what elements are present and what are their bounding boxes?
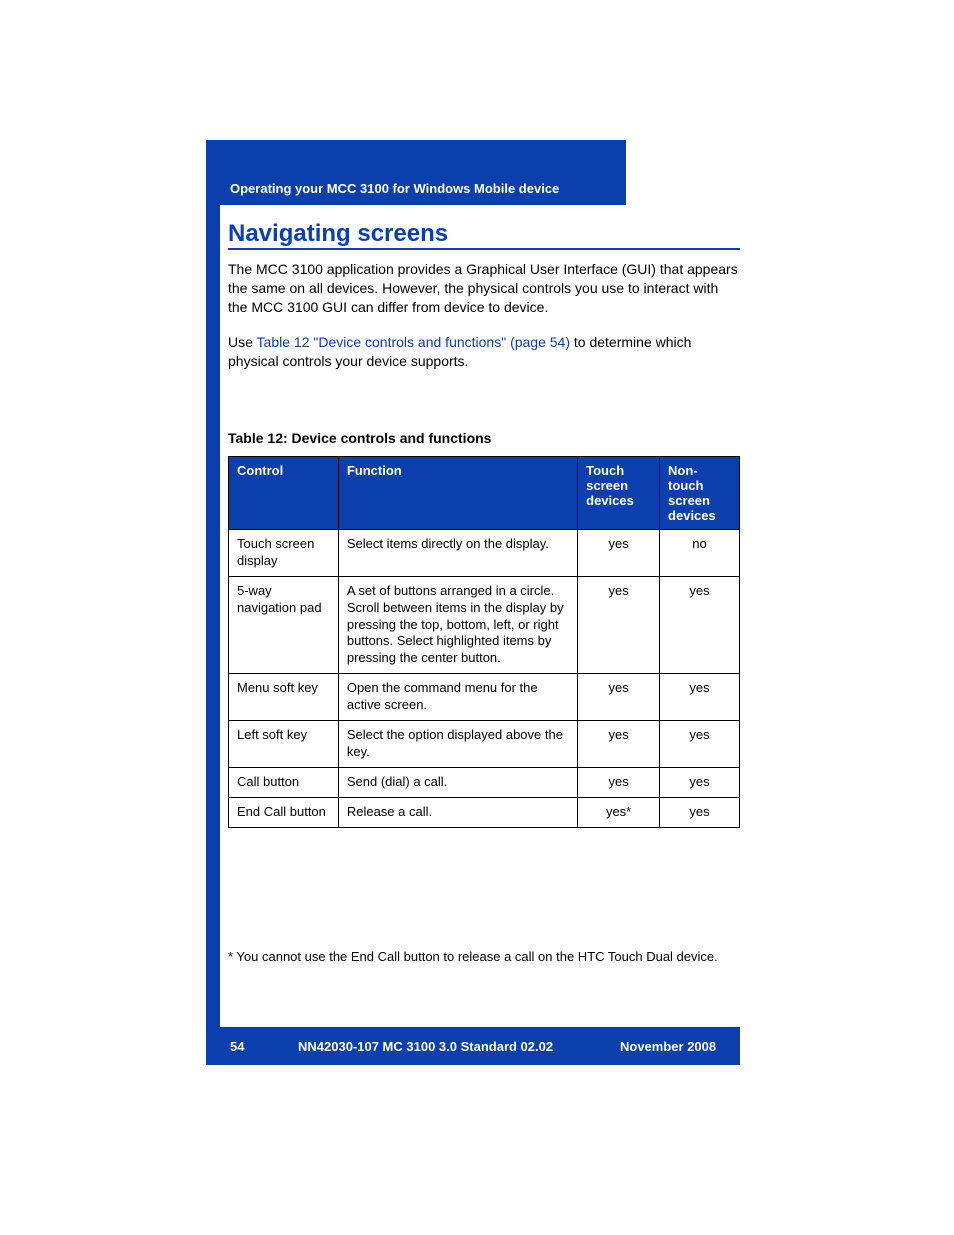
col-header-nontouch: Non-touch screen devices <box>660 457 740 530</box>
cell-control: Touch screen display <box>229 530 339 577</box>
cell-control: Left soft key <box>229 721 339 768</box>
document-page: Operating your MCC 3100 for Windows Mobi… <box>0 0 954 1235</box>
table-body: Touch screen display Select items direct… <box>229 530 740 828</box>
section-heading: Navigating screens <box>228 220 448 248</box>
table-row: 5-way navigation pad A set of buttons ar… <box>229 576 740 673</box>
cell-function: Open the command menu for the active scr… <box>338 674 577 721</box>
footer-date: November 2008 <box>620 1039 716 1054</box>
table-header: Control Function Touch screen devices No… <box>229 457 740 530</box>
footer-doc-id: NN42030-107 MC 3100 3.0 Standard 02.02 <box>298 1039 553 1054</box>
table-caption: Table 12: Device controls and functions <box>228 430 491 446</box>
cell-control: End Call button <box>229 797 339 827</box>
cell-touch: yes <box>578 674 660 721</box>
col-header-function: Function <box>338 457 577 530</box>
cell-touch: yes <box>578 721 660 768</box>
cell-nontouch: yes <box>660 576 740 673</box>
table-row: Touch screen display Select items direct… <box>229 530 740 577</box>
cell-function: Select items directly on the display. <box>338 530 577 577</box>
body-paragraph-2: Use Table 12 "Device controls and functi… <box>228 333 740 371</box>
col-header-control: Control <box>229 457 339 530</box>
cell-touch: yes* <box>578 797 660 827</box>
running-head-text: Operating your MCC 3100 for Windows Mobi… <box>230 181 559 196</box>
cell-nontouch: yes <box>660 767 740 797</box>
table-row: Menu soft key Open the command menu for … <box>229 674 740 721</box>
cell-nontouch: no <box>660 530 740 577</box>
footer-page-number: 54 <box>230 1039 244 1054</box>
left-accent-bar <box>206 140 220 1065</box>
cell-function: Send (dial) a call. <box>338 767 577 797</box>
cell-nontouch: yes <box>660 797 740 827</box>
cell-touch: yes <box>578 530 660 577</box>
table-footnote: * You cannot use the End Call button to … <box>228 948 740 966</box>
cell-touch: yes <box>578 576 660 673</box>
table-row: Left soft key Select the option displaye… <box>229 721 740 768</box>
cell-control: 5-way navigation pad <box>229 576 339 673</box>
body-paragraph-1: The MCC 3100 application provides a Grap… <box>228 260 740 317</box>
cell-function: Release a call. <box>338 797 577 827</box>
cell-touch: yes <box>578 767 660 797</box>
cross-reference-link[interactable]: Table 12 "Device controls and functions"… <box>257 334 570 350</box>
cell-nontouch: yes <box>660 674 740 721</box>
cell-nontouch: yes <box>660 721 740 768</box>
cell-control: Call button <box>229 767 339 797</box>
device-controls-table: Control Function Touch screen devices No… <box>228 456 740 828</box>
cell-function: Select the option displayed above the ke… <box>338 721 577 768</box>
body-paragraph-2-lead: Use <box>228 334 257 350</box>
cell-function: A set of buttons arranged in a circle. S… <box>338 576 577 673</box>
table-row: Call button Send (dial) a call. yes yes <box>229 767 740 797</box>
footer-band: 54 NN42030-107 MC 3100 3.0 Standard 02.0… <box>206 1027 740 1065</box>
cell-control: Menu soft key <box>229 674 339 721</box>
section-heading-rule <box>228 248 740 250</box>
col-header-touch: Touch screen devices <box>578 457 660 530</box>
table-row: End Call button Release a call. yes* yes <box>229 797 740 827</box>
